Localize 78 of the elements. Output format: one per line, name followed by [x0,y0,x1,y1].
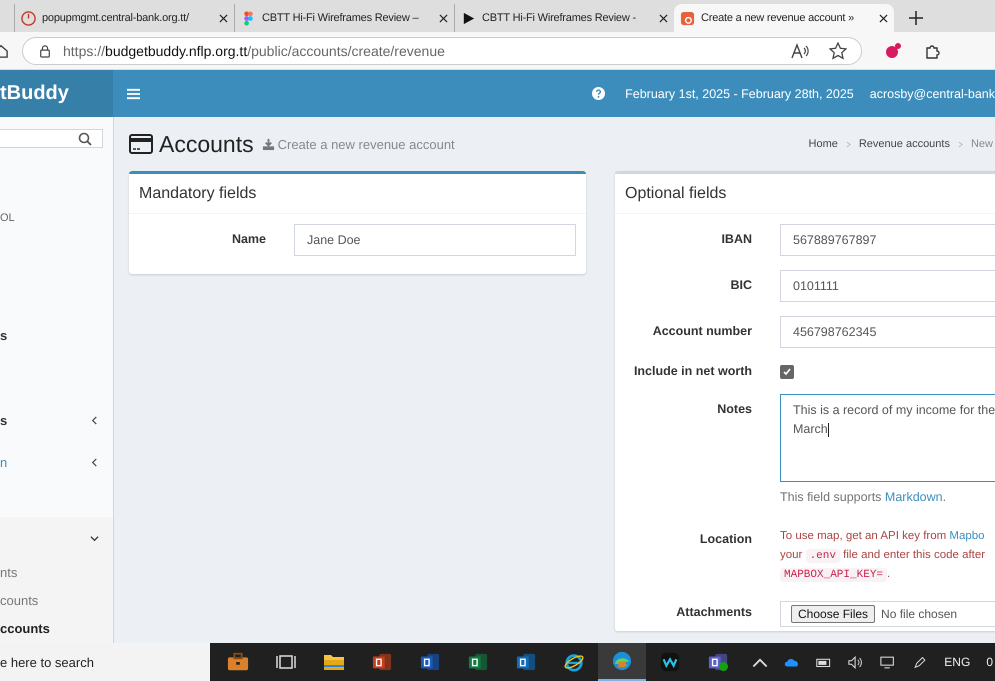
close-icon[interactable] [659,14,668,22]
folder-icon [323,652,345,672]
e-logo-icon [563,652,585,672]
taskbar-app[interactable] [598,643,646,681]
plus-icon[interactable] [908,10,924,26]
office-app-icon [467,652,489,672]
field-label: Notes [717,402,752,416]
webex-icon [659,652,681,672]
sidebar-subitem[interactable]: nts [0,559,113,587]
star-icon[interactable] [829,42,847,60]
help-icon[interactable] [592,87,606,100]
sidebar-text: OL [0,212,15,224]
date-range[interactable]: February 1st, 2025 - February 28th, 2025 [625,86,854,100]
file-input[interactable]: Choose Files No file chosen [780,601,995,627]
search-icon [78,132,92,146]
wave-logo-icon [611,651,633,671]
chevron-right-icon [958,140,963,148]
browser-tab[interactable]: Create a new revenue account » [674,4,894,32]
extension-dot-icon[interactable] [884,42,902,60]
close-icon[interactable] [219,14,228,22]
page-subtitle: Create a new revenue account [278,136,455,152]
panel-title: Optional fields [625,184,726,202]
input-field[interactable]: Jane Doe [294,224,576,256]
field-label: BIC [730,278,752,292]
url-text: https://budgetbuddy.nflp.org.tt/public/accounts/create/revenue [63,42,446,58]
sidebar-menu-item[interactable]: n [0,441,113,483]
app-icon [680,10,695,26]
menu-icon[interactable] [127,88,140,100]
mapbox-link[interactable]: Mapbo [949,530,985,542]
field-label: Include in net worth [634,364,752,378]
input-field[interactable]: 456798762345 [780,316,995,348]
taskbar-search-field[interactable]: e here to search [0,643,210,681]
panel-title: Mandatory fields [139,184,256,202]
help-text: This field supports Markdown. [780,490,948,504]
map-notice: To use map, get an API key from Mapbo your .env file and enter this code after MAPBOX_API_KEY= . [780,530,986,584]
breadcrumb-link[interactable]: Revenue accounts [858,138,950,150]
page-title: Accounts [159,130,254,158]
chevron-right-icon [846,140,851,148]
notes-textarea[interactable]: This is a record of my income for the March [780,394,995,482]
lock-icon [39,44,51,58]
briefcase-icon [227,652,249,672]
chevron-down-icon [90,534,99,542]
sidebar-subitem[interactable]: ccounts [0,615,113,643]
breadcrumb-link[interactable]: Home [808,138,838,150]
office-app-icon [707,652,729,672]
network-icon[interactable] [880,656,896,668]
input-field[interactable]: 567889767897 [780,224,995,256]
credit-card-icon [129,134,153,154]
field-label: IBAN [721,232,752,246]
address-bar[interactable]: https://budgetbuddy.nflp.org.tt/public/accounts/create/revenue [22,36,862,64]
office-app-icon [515,652,537,672]
field-label: Account number [652,324,752,338]
field-label: Location [700,532,752,546]
input-field[interactable]: 0101111 [780,270,995,302]
clock-text[interactable]: 0 [986,655,993,669]
play-icon [461,10,476,26]
read-aloud-icon[interactable] [791,42,809,60]
power-icon [21,10,36,26]
language-indicator[interactable]: ENG [944,655,970,669]
sidebar-subitem[interactable]: counts [0,587,113,615]
office-app-icon [419,652,441,672]
close-icon[interactable] [439,14,448,22]
checkbox[interactable] [780,365,794,379]
close-icon[interactable] [879,14,888,22]
chevron-left-icon [90,458,99,466]
office-app-icon [371,652,393,672]
user-email[interactable]: acrosby@central-bank [870,86,995,100]
sidebar-menu-item[interactable]: s [0,399,113,441]
search-field[interactable] [0,129,103,148]
chevron-left-icon [90,416,99,424]
download-icon [262,138,275,150]
sidebar-item[interactable]: s [0,328,8,343]
speaker-icon[interactable] [848,656,864,668]
markdown-link[interactable]: Markdown [884,490,943,504]
checkmark-icon [782,367,792,377]
field-label: Attachments [676,605,752,619]
pen-icon[interactable] [912,656,928,668]
field-label: Name [232,232,266,246]
